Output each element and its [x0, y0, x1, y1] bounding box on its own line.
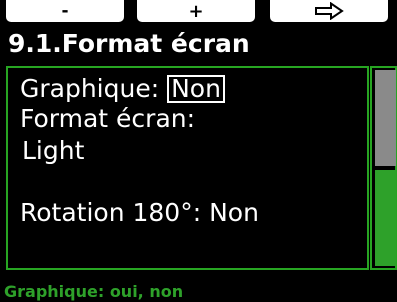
- decrease-label: -: [61, 1, 69, 21]
- scrollbar-track: [375, 170, 396, 266]
- increase-label: +: [188, 0, 204, 22]
- help-hint: Graphique: oui, non: [4, 282, 184, 301]
- graphique-label: Graphique:: [20, 74, 160, 103]
- scrollbar[interactable]: [370, 66, 397, 270]
- graphique-value[interactable]: Non: [167, 75, 225, 103]
- next-button[interactable]: [270, 0, 388, 22]
- page-title: 9.1.Format écran: [8, 29, 250, 58]
- rotation-value: Non: [209, 198, 259, 227]
- softkey-bar: - +: [0, 0, 397, 24]
- rotation-label: Rotation 180°:: [20, 198, 202, 227]
- increase-button[interactable]: +: [137, 0, 255, 22]
- setting-format-value[interactable]: Light: [22, 136, 84, 166]
- decrease-button[interactable]: -: [6, 0, 124, 22]
- scrollbar-thumb[interactable]: [375, 70, 396, 166]
- setting-rotation[interactable]: Rotation 180°: Non: [20, 198, 259, 228]
- arrow-right-outline-icon: [314, 2, 344, 20]
- setting-graphique[interactable]: Graphique: Non: [20, 74, 225, 104]
- setting-format-label: Format écran:: [20, 104, 196, 133]
